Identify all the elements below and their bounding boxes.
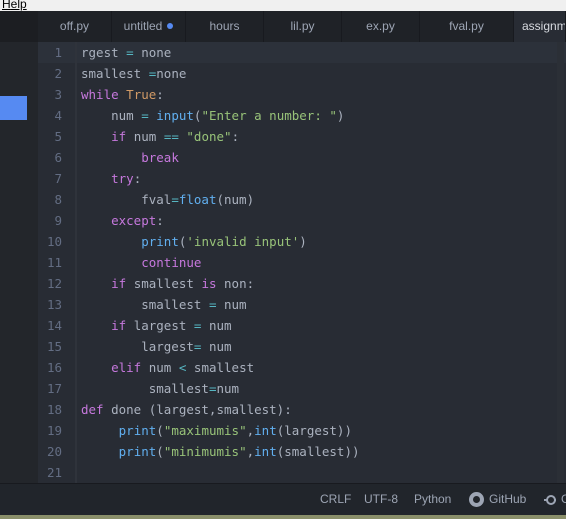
editor-scrollbar[interactable] bbox=[557, 42, 564, 483]
code-line[interactable]: 4 num = input("Enter a number: ") bbox=[38, 105, 566, 126]
code-line[interactable]: 20 print("minimumis",int(smallest)) bbox=[38, 441, 566, 462]
code-line[interactable]: 3 while True: bbox=[38, 84, 566, 105]
code-line[interactable]: 10 print('invalid input') bbox=[38, 231, 566, 252]
tab-untitled[interactable]: untitled bbox=[112, 11, 186, 42]
line-number: 1 bbox=[54, 45, 62, 60]
code-text: if smallest is non: bbox=[111, 276, 255, 291]
code-line[interactable]: 13 smallest = num bbox=[38, 294, 566, 315]
code-text: elif num < smallest bbox=[111, 360, 255, 375]
line-number: 6 bbox=[54, 150, 62, 165]
code-line[interactable]: 21 bbox=[38, 462, 566, 483]
status-bar: CRLF UTF-8 Python GitHub G bbox=[0, 483, 566, 515]
code-text: except: bbox=[111, 213, 164, 228]
code-line[interactable]: 14 if largest = num bbox=[38, 315, 566, 336]
code-text: smallest =none bbox=[81, 66, 187, 81]
line-number: 7 bbox=[54, 171, 62, 186]
tab-assignment-active[interactable]: assignm bbox=[514, 11, 566, 42]
github-button[interactable]: GitHub bbox=[489, 484, 526, 515]
code-text: try: bbox=[111, 171, 142, 186]
grammar-indicator[interactable]: Python bbox=[414, 484, 451, 515]
code-line[interactable]: 15 largest= num bbox=[38, 336, 566, 357]
code-text: continue bbox=[141, 255, 202, 270]
line-number: 13 bbox=[46, 297, 62, 312]
code-line[interactable]: 11 continue bbox=[38, 252, 566, 273]
code-line[interactable]: 7 try: bbox=[38, 168, 566, 189]
code-line[interactable]: 17 smallest=num bbox=[38, 378, 566, 399]
line-number: 8 bbox=[54, 192, 62, 207]
tab-off-py[interactable]: off.py bbox=[38, 11, 112, 42]
code-editor[interactable]: 1 rgest = none 2 smallest =none 3 while True:… bbox=[38, 42, 566, 483]
line-number: 9 bbox=[54, 213, 62, 228]
code-text: smallest = num bbox=[81, 297, 247, 312]
code-text: print('invalid input') bbox=[141, 234, 307, 249]
tab-lil-py[interactable]: lil.py bbox=[264, 11, 342, 42]
code-text: print("maximumis",int(largest)) bbox=[118, 423, 352, 438]
code-text: print("minimumis",int(smallest)) bbox=[118, 444, 360, 459]
menu-bar: Help bbox=[0, 0, 566, 11]
code-text: num = input("Enter a number: ") bbox=[81, 108, 345, 123]
line-number: 3 bbox=[54, 87, 62, 102]
code-text: if num == "done": bbox=[111, 129, 240, 144]
code-line[interactable]: 9 except: bbox=[38, 210, 566, 231]
tab-hours[interactable]: hours bbox=[186, 11, 264, 42]
line-number: 18 bbox=[46, 402, 62, 417]
line-number: 4 bbox=[54, 108, 62, 123]
code-text: rgest = none bbox=[81, 45, 172, 60]
code-text: if largest = num bbox=[111, 318, 232, 333]
line-number: 15 bbox=[46, 339, 62, 354]
tree-view-selected-item[interactable] bbox=[0, 96, 27, 120]
github-icon bbox=[469, 492, 484, 507]
code-line[interactable]: 16 elif num < smallest bbox=[38, 357, 566, 378]
tab-ex-py[interactable]: ex.py bbox=[342, 11, 420, 42]
tab-fval-py[interactable]: fval.py bbox=[420, 11, 514, 42]
menu-help[interactable]: Help bbox=[2, 0, 27, 11]
line-number: 10 bbox=[46, 234, 62, 249]
line-number: 20 bbox=[46, 444, 62, 459]
git-label[interactable]: G bbox=[561, 484, 566, 515]
code-text: largest= num bbox=[81, 339, 232, 354]
code-line[interactable]: 19 print("maximumis",int(largest)) bbox=[38, 420, 566, 441]
line-number: 12 bbox=[46, 276, 62, 291]
line-number: 19 bbox=[46, 423, 62, 438]
line-number: 21 bbox=[46, 465, 62, 480]
desktop-strip bbox=[0, 515, 566, 519]
line-number: 17 bbox=[46, 381, 62, 396]
line-number: 14 bbox=[46, 318, 62, 333]
encoding-indicator[interactable]: UTF-8 bbox=[364, 484, 398, 515]
line-number: 5 bbox=[54, 129, 62, 144]
code-text: break bbox=[141, 150, 179, 165]
code-line[interactable]: 2 smallest =none bbox=[38, 63, 566, 84]
code-line[interactable]: 8 fval=float(num) bbox=[38, 189, 566, 210]
line-number: 11 bbox=[46, 255, 62, 270]
line-number: 2 bbox=[54, 66, 62, 81]
line-ending-indicator[interactable]: CRLF bbox=[320, 484, 351, 515]
code-text: smallest=num bbox=[81, 381, 240, 396]
code-text: def done (largest,smallest): bbox=[81, 402, 292, 417]
tree-view-header bbox=[0, 11, 38, 42]
code-line[interactable]: 1 rgest = none bbox=[38, 42, 566, 63]
code-line[interactable]: 5 if num == "done": bbox=[38, 126, 566, 147]
code-line[interactable]: 12 if smallest is non: bbox=[38, 273, 566, 294]
tree-view-panel bbox=[0, 11, 38, 483]
code-line[interactable]: 6 break bbox=[38, 147, 566, 168]
code-text: fval=float(num) bbox=[81, 192, 255, 207]
line-number: 16 bbox=[46, 360, 62, 375]
code-text: while True: bbox=[81, 87, 164, 102]
modified-dot-icon bbox=[167, 23, 174, 29]
code-line[interactable]: 18 def done (largest,smallest): bbox=[38, 399, 566, 420]
git-commit-icon[interactable] bbox=[544, 495, 556, 505]
tab-bar: off.py untitled hours lil.py ex.py fval.… bbox=[38, 11, 566, 43]
